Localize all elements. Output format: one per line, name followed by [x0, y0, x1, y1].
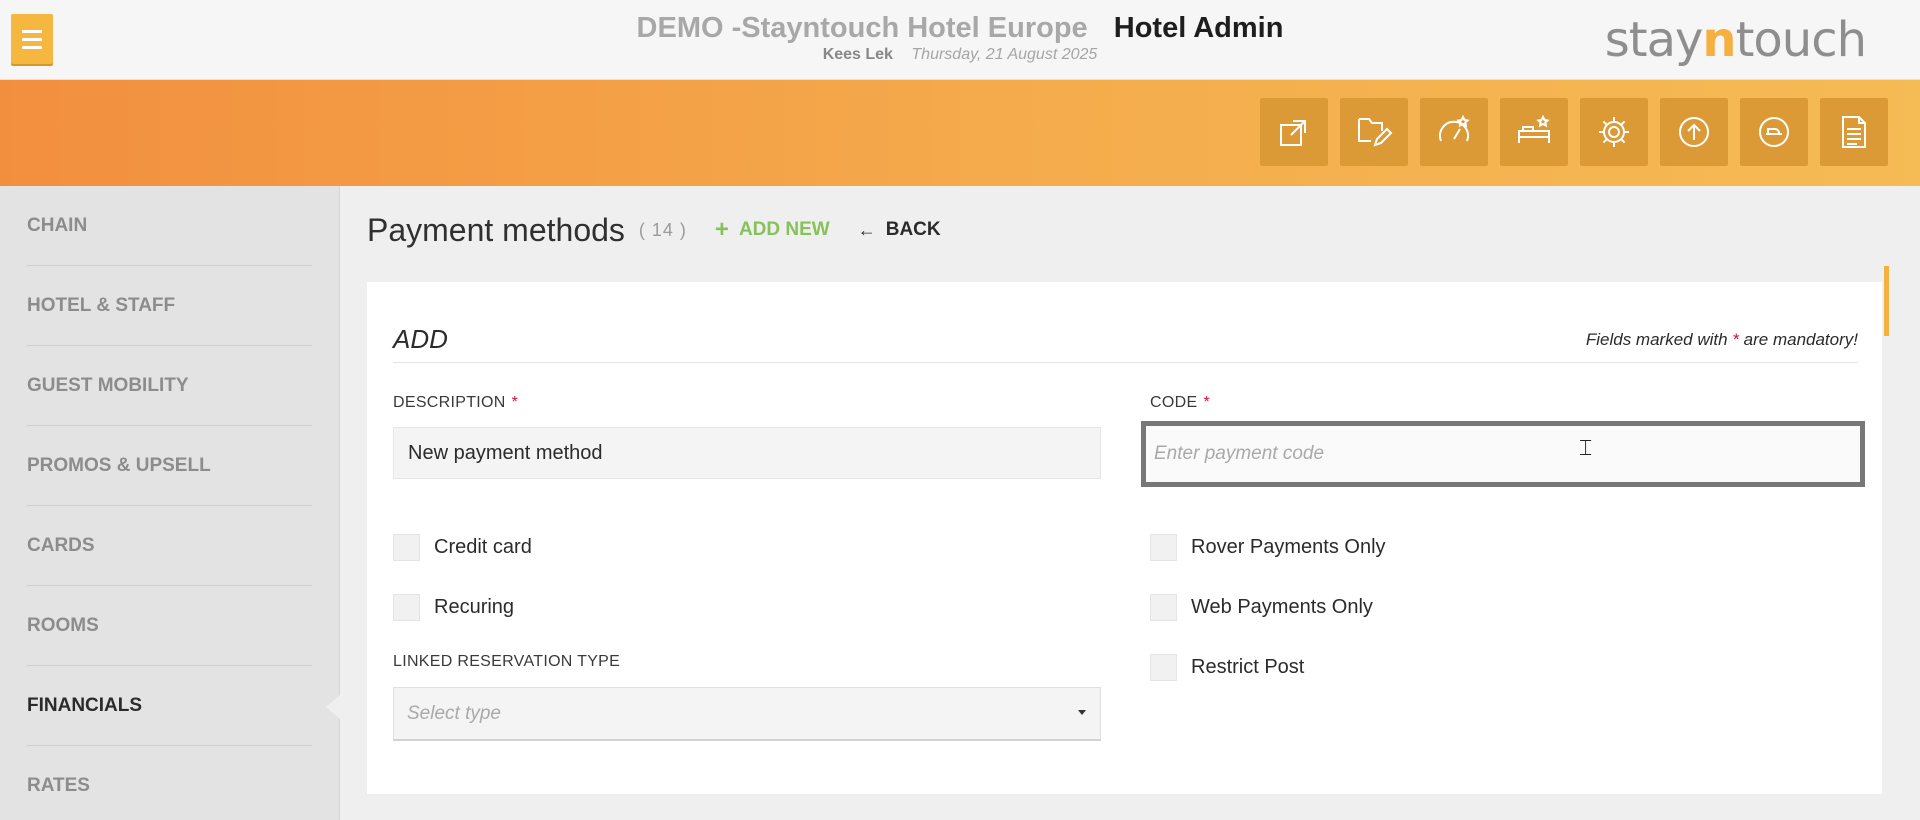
content-header: Payment methods ( 14 ) + ADD NEW ← BACK: [367, 205, 941, 255]
checkbox-label: Restrict Post: [1191, 656, 1305, 678]
sidebar-item-label: PROMOS & UPSELL: [27, 455, 211, 476]
upload-button[interactable]: [1660, 98, 1728, 166]
dashboard-button[interactable]: [1420, 98, 1488, 166]
edit-folder-icon: [1358, 118, 1393, 147]
sidebar-item-guest-mobility[interactable]: GUEST MOBILITY: [0, 346, 339, 426]
sidebar-item-chain[interactable]: CHAIN: [0, 186, 339, 266]
checkbox-box[interactable]: [1150, 534, 1177, 561]
select-placeholder: Select type: [407, 702, 501, 724]
description-value: New payment method: [408, 441, 603, 464]
current-user: Kees Lek: [822, 46, 893, 63]
sidebar-item-label: GUEST MOBILITY: [27, 375, 189, 396]
sidebar-item-label: CARDS: [27, 535, 95, 556]
add-new-label: ADD NEW: [738, 219, 830, 240]
sidebar-item-cards[interactable]: CARDS: [0, 506, 339, 586]
checkout-icon: [1759, 117, 1789, 147]
scrollbar-thumb[interactable]: [1884, 266, 1889, 336]
add-payment-method-form: ADD Fields marked with * are mandatory! …: [367, 282, 1882, 794]
edit-folder-button[interactable]: [1340, 98, 1408, 166]
sidebar: CHAIN HOTEL & STAFF GUEST MOBILITY PROMO…: [0, 186, 340, 820]
admin-toolbar: [1260, 98, 1888, 166]
web-payments-only-checkbox[interactable]: Web Payments Only: [1150, 594, 1373, 621]
sidebar-item-promos-upsell[interactable]: PROMOS & UPSELL: [0, 426, 339, 506]
form-heading: ADD: [393, 324, 448, 354]
checkbox-label: Web Payments Only: [1191, 596, 1373, 618]
bed-star-icon: [1518, 114, 1550, 143]
checkbox-label: Rover Payments Only: [1191, 536, 1386, 558]
code-input[interactable]: Enter payment code: [1141, 421, 1865, 487]
upload-icon: [1679, 117, 1709, 147]
divider: [393, 362, 1858, 363]
sidebar-item-label: RATES: [27, 775, 90, 796]
text-cursor-icon: ⌶: [1579, 435, 1593, 460]
hotel-name: DEMO -Stayntouch Hotel Europe: [636, 12, 1088, 44]
rooms-button[interactable]: [1500, 98, 1568, 166]
checkbox-box[interactable]: [1150, 654, 1177, 681]
linked-reservation-type-label: LINKED RESERVATION TYPE: [393, 653, 621, 670]
mandatory-note: Fields marked with * are mandatory!: [1585, 330, 1858, 349]
code-placeholder: Enter payment code: [1154, 443, 1325, 464]
credit-card-checkbox[interactable]: Credit card: [393, 534, 532, 561]
code-label: CODE *: [1150, 394, 1210, 411]
external-link-button[interactable]: [1260, 98, 1328, 166]
restrict-post-checkbox[interactable]: Restrict Post: [1150, 654, 1304, 681]
rover-payments-only-checkbox[interactable]: Rover Payments Only: [1150, 534, 1386, 561]
page-title: Payment methods: [367, 211, 625, 248]
description-label: DESCRIPTION *: [393, 394, 519, 411]
reports-button[interactable]: [1820, 98, 1888, 166]
arrow-left-icon: ←: [857, 219, 876, 240]
admin-title: Hotel Admin: [1113, 12, 1284, 44]
caret-down-icon: [1078, 710, 1086, 715]
sidebar-item-rooms[interactable]: ROOMS: [0, 586, 339, 666]
item-count: ( 14 ): [638, 219, 687, 240]
external-link-icon: [1280, 120, 1306, 146]
checkbox-label: Credit card: [434, 536, 532, 558]
sidebar-item-label: FINANCIALS: [27, 695, 143, 716]
back-button[interactable]: ← BACK: [858, 219, 941, 241]
sidebar-item-rates[interactable]: RATES: [0, 746, 339, 820]
sidebar-item-hotel-staff[interactable]: HOTEL & STAFF: [0, 266, 339, 346]
orange-header-band: [0, 80, 1920, 186]
dashboard-star-icon: [1439, 114, 1470, 142]
checkbox-box[interactable]: [1150, 594, 1177, 621]
sidebar-item-financials[interactable]: FINANCIALS: [0, 666, 340, 746]
current-date: Thursday, 21 August 2025: [911, 46, 1098, 63]
checkbox-box[interactable]: [393, 534, 420, 561]
linked-reservation-type-select[interactable]: Select type: [393, 687, 1101, 741]
settings-button[interactable]: [1580, 98, 1648, 166]
checkbox-box[interactable]: [393, 594, 420, 621]
sidebar-item-label: CHAIN: [27, 215, 88, 236]
checkbox-label: Recuring: [434, 596, 515, 618]
plus-icon: +: [714, 216, 729, 243]
checkout-button[interactable]: [1740, 98, 1808, 166]
top-bar: DEMO -Stayntouch Hotel Europe Hotel Admi…: [0, 0, 1920, 80]
description-input[interactable]: New payment method: [393, 427, 1101, 479]
brand-logo: stayntouch: [1604, 12, 1867, 68]
gear-icon: [1599, 117, 1629, 147]
add-new-button[interactable]: + ADD NEW: [715, 216, 830, 244]
back-label: BACK: [885, 219, 941, 240]
recuring-checkbox[interactable]: Recuring: [393, 594, 514, 621]
sidebar-item-label: HOTEL & STAFF: [27, 295, 176, 316]
sidebar-item-label: ROOMS: [27, 615, 99, 636]
document-icon: [1842, 116, 1866, 148]
